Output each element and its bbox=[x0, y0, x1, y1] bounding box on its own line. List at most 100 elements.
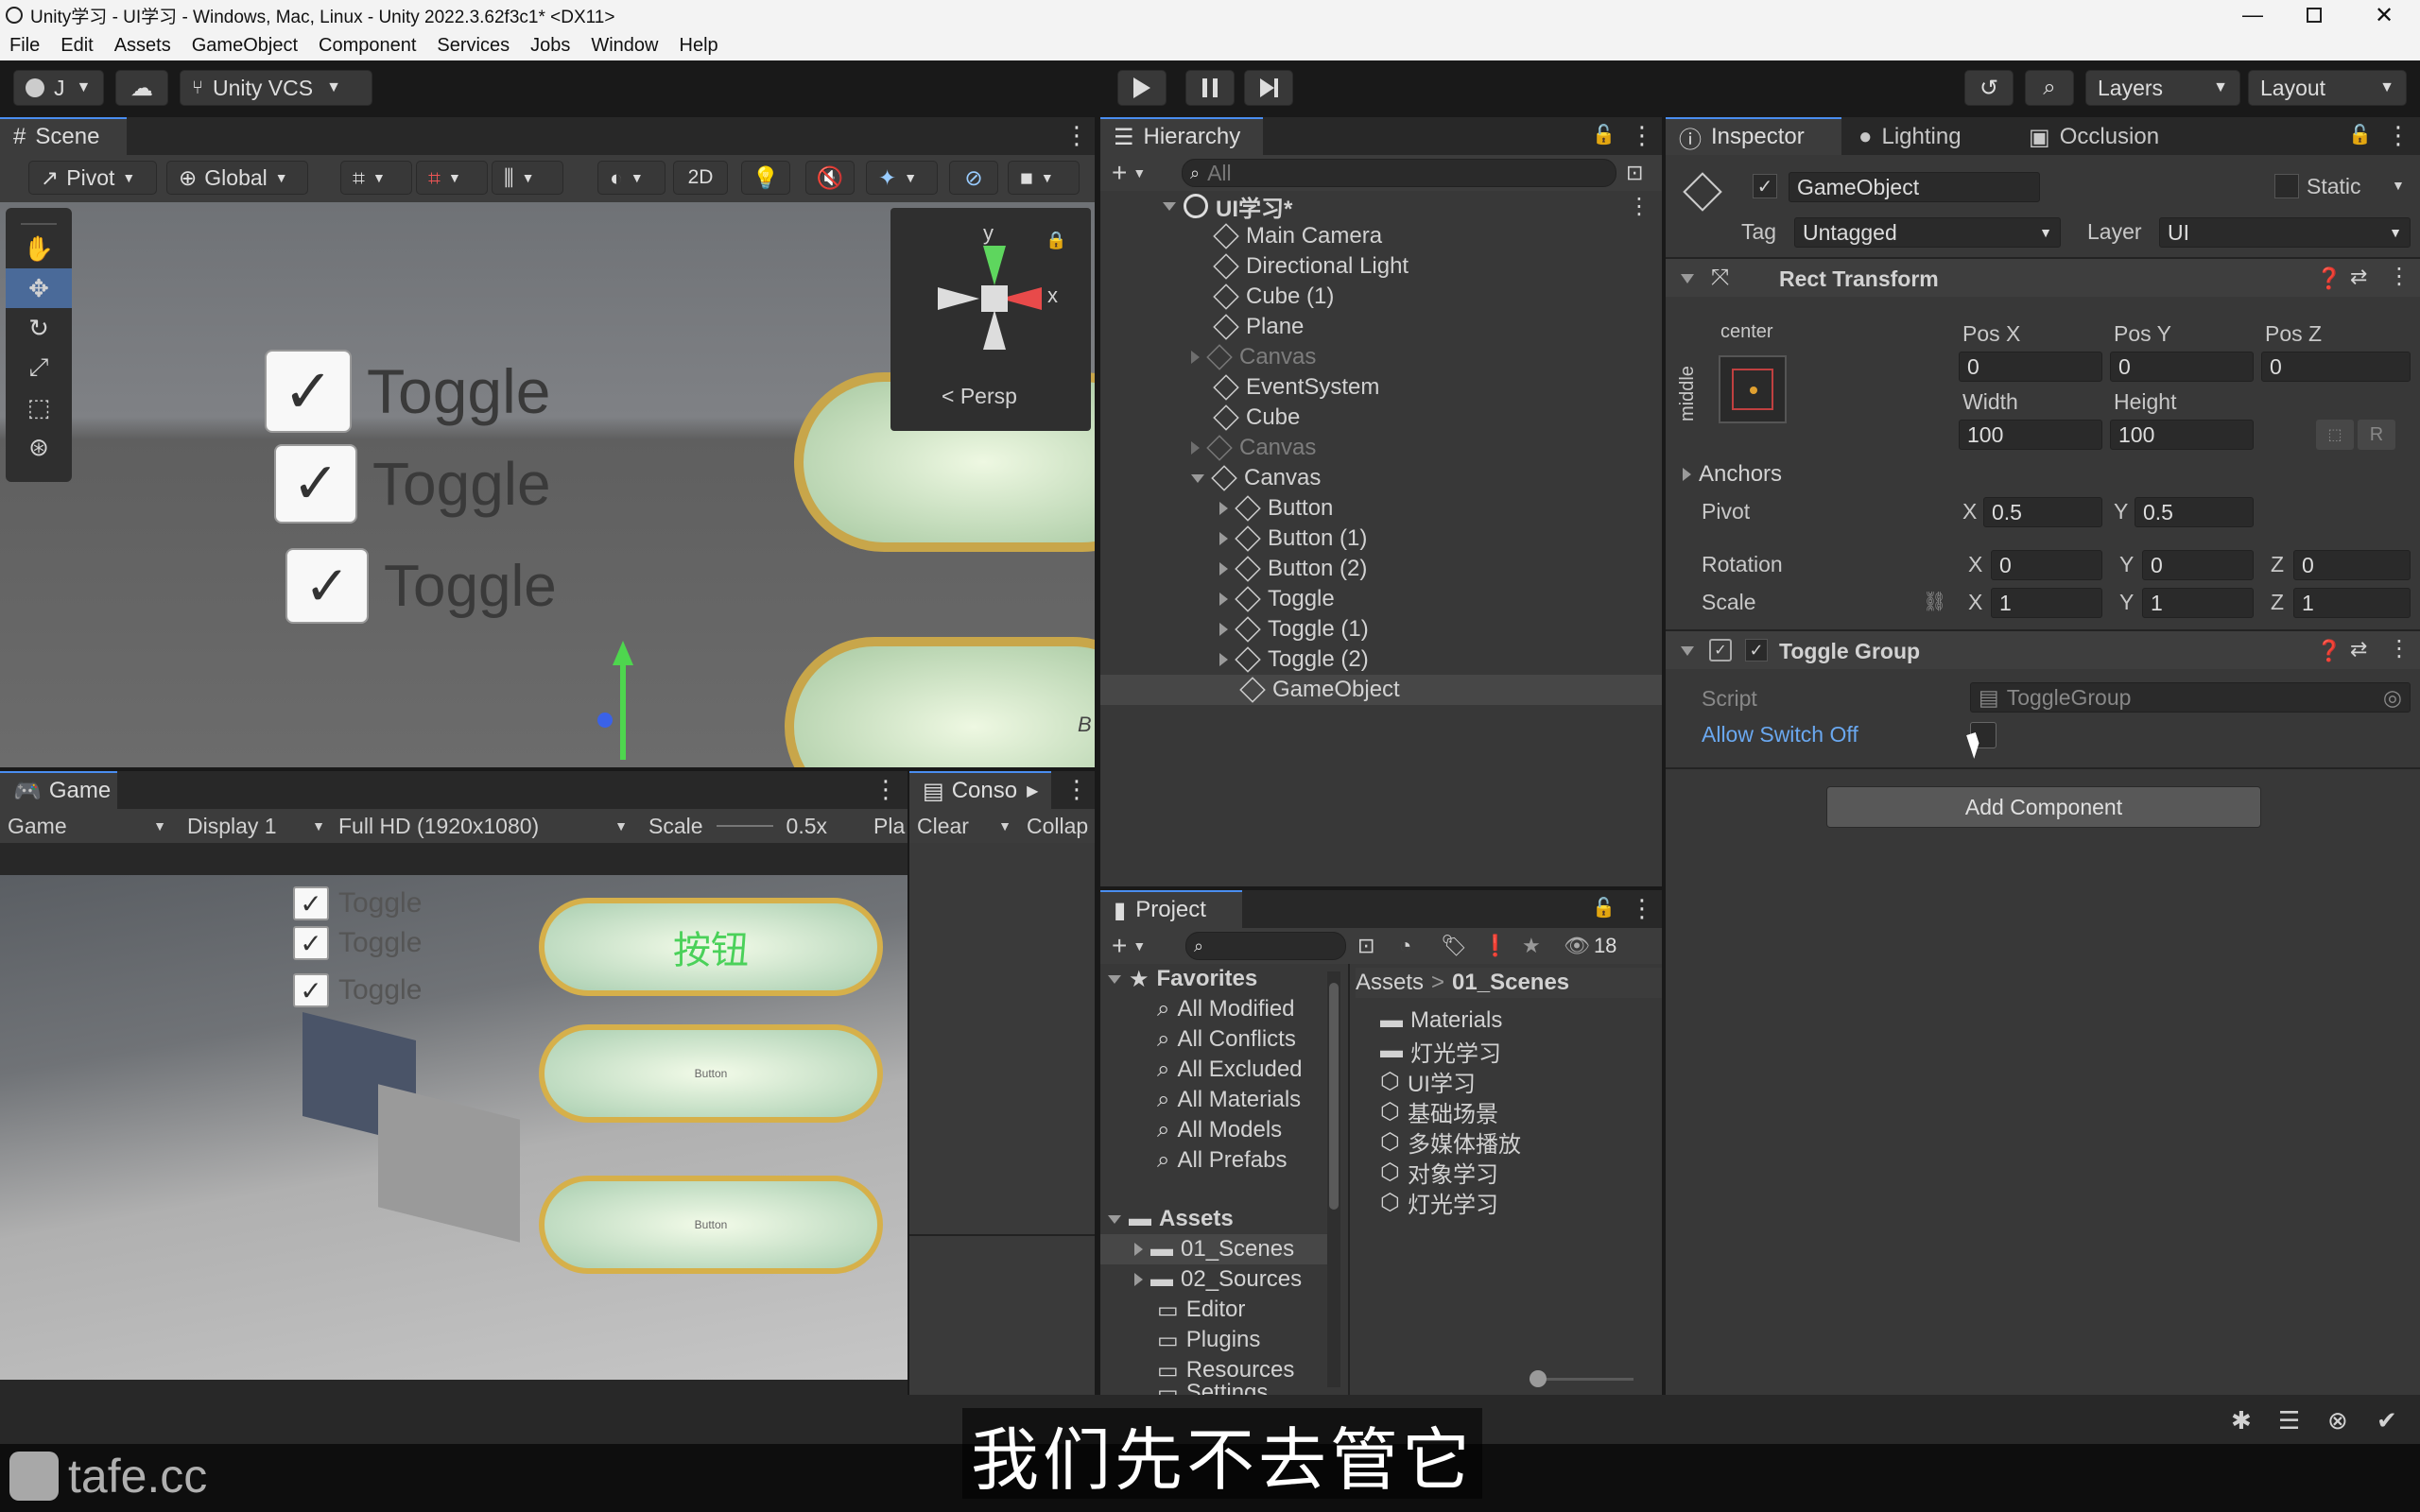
effects-dropdown[interactable]: ✦ ▼ bbox=[866, 161, 938, 195]
check-circle-icon[interactable]: ✔ bbox=[2377, 1406, 2397, 1435]
project-more-icon[interactable]: ⋮ bbox=[1630, 894, 1654, 923]
static-checkbox[interactable] bbox=[2274, 174, 2299, 198]
rotation-z-field[interactable]: 0 bbox=[2293, 550, 2411, 580]
game-mode-dropdown[interactable]: Game ▼ bbox=[8, 811, 166, 841]
tab-scene[interactable]: # Scene bbox=[0, 117, 127, 155]
global-dropdown[interactable]: ⊕ Global ▼ bbox=[166, 161, 308, 195]
anchor-presets-button[interactable] bbox=[1719, 355, 1787, 423]
network-icon[interactable]: ⊗ bbox=[2327, 1406, 2348, 1435]
project-file-item[interactable]: ⬡ 基础场景 bbox=[1380, 1096, 1498, 1127]
gizmo-neg-y-axis[interactable] bbox=[983, 310, 1006, 350]
icon-size-slider[interactable] bbox=[1530, 1370, 1634, 1387]
console-detail-area[interactable] bbox=[909, 1234, 1095, 1395]
pivot-dropdown[interactable]: ↗ Pivot ▼ bbox=[28, 161, 157, 195]
rotation-x-field[interactable]: 0 bbox=[1991, 550, 2102, 580]
hierarchy-item[interactable]: Cube bbox=[1213, 403, 1300, 433]
menu-gameobject[interactable]: GameObject bbox=[192, 35, 298, 57]
scene-view[interactable]: B ✓ Toggle ✓ Toggle ✓ Toggle ✋ ✥ ↻ ⤢ ⬚ ⊛ y … bbox=[0, 202, 1095, 767]
hierarchy-item[interactable]: EventSystem bbox=[1213, 372, 1379, 403]
audio-toggle[interactable]: 🔇 bbox=[805, 161, 855, 195]
rotation-y-field[interactable]: 0 bbox=[2142, 550, 2254, 580]
minimize-button[interactable]: — bbox=[2242, 3, 2263, 27]
2d-toggle[interactable]: 2D bbox=[673, 161, 728, 195]
menu-window[interactable]: Window bbox=[591, 35, 658, 57]
project-search[interactable]: ⌕ bbox=[1185, 932, 1346, 960]
component-enabled-checkbox[interactable]: ✓ bbox=[1745, 639, 1768, 662]
game-view[interactable]: ✓ Toggle ✓ Toggle ✓ Toggle 按钮 Button Button bbox=[0, 875, 908, 1380]
hierarchy-item[interactable]: Plane bbox=[1213, 312, 1304, 342]
draw-mode-dropdown[interactable]: ◐ ▼ bbox=[597, 161, 666, 195]
layer-dropdown[interactable]: UI ▼ bbox=[2159, 217, 2411, 248]
search-button[interactable]: ⌕ bbox=[2025, 70, 2074, 106]
favorite-item[interactable]: ⌕ All Conflicts bbox=[1157, 1024, 1296, 1055]
scale-tool-icon[interactable]: ⤢ bbox=[6, 348, 72, 387]
scene-more-icon[interactable]: ⋮ bbox=[1064, 121, 1089, 150]
cloud-button[interactable]: ☁ bbox=[115, 70, 168, 106]
hand-tool-icon[interactable]: ✋ bbox=[6, 229, 72, 268]
tab-project[interactable]: ▮ Project bbox=[1100, 890, 1242, 928]
star-icon[interactable]: ★ bbox=[1522, 934, 1541, 958]
gizmo-y-axis[interactable] bbox=[983, 246, 1006, 285]
tab-occlusion[interactable]: ▣ Occlusion bbox=[2015, 117, 2172, 155]
debug-icon[interactable]: ✱ bbox=[2231, 1406, 2252, 1435]
presets-icon[interactable]: ⇄ bbox=[2350, 265, 2367, 289]
hierarchy-add-button[interactable]: + ▼ bbox=[1112, 158, 1146, 188]
layout-dropdown[interactable]: Layout ▼ bbox=[2248, 70, 2407, 106]
hierarchy-item[interactable]: Main Camera bbox=[1213, 221, 1382, 251]
tab-lighting[interactable]: ● Lighting bbox=[1845, 117, 1975, 155]
persp-label[interactable]: < Persp bbox=[942, 384, 1017, 409]
favorite-item[interactable]: ⌕ All Excluded bbox=[1157, 1055, 1303, 1085]
height-field[interactable]: 100 bbox=[2110, 420, 2254, 450]
menu-services[interactable]: Services bbox=[437, 35, 510, 57]
play-button[interactable] bbox=[1117, 70, 1167, 106]
rect-tool-icon[interactable]: ⬚ bbox=[6, 387, 72, 427]
maximize-button[interactable] bbox=[2307, 8, 2322, 23]
pause-button[interactable] bbox=[1185, 70, 1235, 106]
gizmo-neg-x-axis[interactable] bbox=[938, 287, 979, 310]
posz-field[interactable]: 0 bbox=[2261, 352, 2411, 382]
asset-folder-partial[interactable]: ▭ Settings bbox=[1157, 1380, 1268, 1395]
folder-tree-scrollbar[interactable] bbox=[1327, 971, 1340, 1387]
camera-dropdown[interactable]: ■ ▼ bbox=[1008, 161, 1080, 195]
game-button-2[interactable]: Button bbox=[539, 1024, 883, 1123]
inspector-lock-icon[interactable]: 🔓 bbox=[2348, 123, 2372, 146]
breadcrumb-current[interactable]: 01_Scenes bbox=[1452, 970, 1569, 996]
add-component-button[interactable]: Add Component bbox=[1826, 786, 2261, 828]
favorite-item[interactable]: ⌕ All Prefabs bbox=[1157, 1145, 1288, 1176]
hierarchy-lock-icon[interactable]: 🔓 bbox=[1592, 123, 1616, 146]
pivot-y-field[interactable]: 0.5 bbox=[2135, 497, 2254, 527]
gameobject-name-field[interactable]: GameObject bbox=[1789, 172, 2040, 202]
anchors-foldout[interactable]: Anchors bbox=[1683, 459, 1782, 490]
lighting-toggle[interactable]: 💡 bbox=[741, 161, 790, 195]
log-icon[interactable]: ❗ bbox=[1482, 934, 1508, 958]
hierarchy-item[interactable]: Toggle (1) bbox=[1219, 614, 1369, 644]
project-file-item[interactable]: ▬ 灯光学习 bbox=[1380, 1036, 1501, 1067]
inspector-more-icon[interactable]: ⋮ bbox=[2386, 121, 2411, 150]
step-button[interactable] bbox=[1244, 70, 1293, 106]
rotate-tool-icon[interactable]: ↻ bbox=[6, 308, 72, 348]
asset-folder[interactable]: ▭ Editor bbox=[1157, 1295, 1245, 1325]
toggle-group-header[interactable]: ✓ ✓ Toggle Group ❓ ⇄ ⋮ bbox=[1666, 631, 2420, 669]
project-lock-icon[interactable]: 🔓 bbox=[1592, 896, 1616, 919]
favorite-item[interactable]: ⌕ All Materials bbox=[1157, 1085, 1301, 1115]
menu-jobs[interactable]: Jobs bbox=[530, 35, 570, 57]
hierarchy-search[interactable]: ⌕ All bbox=[1182, 159, 1616, 187]
pivot-x-field[interactable]: 0.5 bbox=[1983, 497, 2102, 527]
raw-edit-button[interactable]: R bbox=[2358, 420, 2395, 450]
hierarchy-more-icon[interactable]: ⋮ bbox=[1630, 121, 1654, 150]
component-more-icon[interactable]: ⋮ bbox=[2388, 635, 2411, 662]
help-icon[interactable]: ❓ bbox=[2316, 639, 2342, 663]
scale-x-field[interactable]: 1 bbox=[1991, 588, 2102, 618]
hierarchy-item[interactable]: Directional Light bbox=[1213, 251, 1409, 282]
project-file-item[interactable]: ⬡ 多媒体播放 bbox=[1380, 1126, 1521, 1158]
asset-folder-selected[interactable]: ▬ 01_Scenes bbox=[1100, 1234, 1327, 1264]
width-field[interactable]: 100 bbox=[1959, 420, 2102, 450]
move-gizmo-z[interactable] bbox=[597, 713, 613, 728]
hierarchy-item[interactable]: Button (2) bbox=[1219, 554, 1367, 584]
collapse-toggle[interactable]: Collap bbox=[1027, 811, 1088, 841]
move-gizmo-y[interactable] bbox=[620, 665, 626, 760]
tab-hierarchy[interactable]: ☰ Hierarchy bbox=[1100, 117, 1263, 155]
snap-toggle[interactable]: ⌗ ▼ bbox=[340, 161, 412, 195]
hierarchy-item-disabled[interactable]: Canvas bbox=[1191, 433, 1316, 463]
hierarchy-item[interactable]: Toggle bbox=[1219, 584, 1335, 614]
